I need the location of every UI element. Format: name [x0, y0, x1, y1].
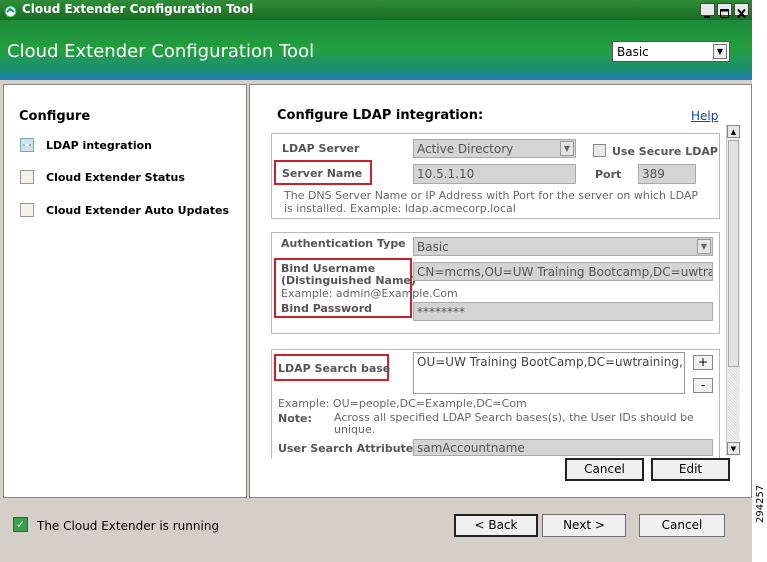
use-secure-ldap-checkbox[interactable]: [593, 144, 606, 157]
port-label: Port: [595, 168, 622, 181]
scroll-thumb[interactable]: [728, 140, 739, 367]
user-search-attribute-label: User Search Attribute: [278, 442, 414, 455]
scroll-up-icon[interactable]: ▲: [727, 125, 740, 138]
search-base-label: LDAP Search base: [278, 362, 391, 375]
note-label: Note:: [278, 412, 312, 425]
ldap-server-value: Active Directory: [417, 142, 514, 156]
header-title: Cloud Extender Configuration Tool: [7, 41, 315, 62]
ldap-server-label: LDAP Server: [282, 142, 360, 155]
close-button[interactable]: [734, 3, 749, 19]
minimize-button[interactable]: [700, 3, 715, 18]
figure-id: 294257: [755, 484, 766, 523]
mode-select-value: Basic: [617, 45, 649, 59]
bind-username-value: CN=mcms,OU=UW Training Bootcamp,DC=uwtra…: [417, 265, 713, 279]
bind-password-label: Bind Password: [281, 302, 372, 315]
server-name-field[interactable]: 10.5.1.10: [413, 164, 576, 184]
updates-icon: [20, 203, 34, 217]
sidebar-item-label: Cloud Extender Auto Updates: [46, 204, 230, 217]
chevron-down-icon[interactable]: ▼: [713, 44, 727, 59]
note-text: Across all specified LDAP Search bases(s…: [334, 411, 694, 436]
mode-select[interactable]: Basic ▼: [612, 41, 730, 62]
bind-password-value: ********: [417, 305, 465, 319]
server-name-note: The DNS Server Name or IP Address with P…: [284, 189, 699, 215]
cancel-button[interactable]: Cancel: [639, 514, 725, 537]
app-icon: [4, 3, 17, 18]
sidebar-item-label: Cloud Extender Status: [46, 171, 185, 184]
page-title: Configure LDAP integration:: [277, 108, 484, 123]
next-button[interactable]: Next >: [542, 514, 626, 537]
ldap-server-select[interactable]: Active Directory ▼: [413, 139, 576, 158]
bind-username-field[interactable]: CN=mcms,OU=UW Training Bootcamp,DC=uwtra…: [413, 262, 713, 281]
scroll-track[interactable]: [728, 367, 739, 441]
port-value: 389: [642, 167, 665, 181]
scroll-down-icon[interactable]: ▼: [727, 442, 740, 455]
sidebar-heading: Configure: [19, 109, 91, 124]
check-icon: ✓: [13, 517, 28, 532]
search-base-value: OU=UW Training BootCamp,DC=uwtraining,DC: [417, 355, 685, 369]
window-title-bar: Cloud Extender Configuration Tool: [0, 0, 752, 20]
bind-username-sublabel: (Distinguished Name): [281, 274, 416, 287]
user-search-attribute-value: samAccountname: [417, 441, 525, 455]
remove-search-base-button[interactable]: -: [693, 378, 713, 393]
bind-password-field[interactable]: ********: [413, 302, 713, 321]
port-field[interactable]: 389: [638, 164, 696, 184]
back-button[interactable]: < Back: [454, 514, 538, 537]
auth-type-select[interactable]: Basic ▼: [413, 237, 713, 256]
add-search-base-button[interactable]: +: [693, 355, 713, 370]
chevron-down-icon[interactable]: ▼: [560, 141, 574, 156]
cancel-edit-button[interactable]: Cancel: [565, 458, 644, 481]
auth-type-label: Authentication Type: [281, 237, 406, 250]
status-text: The Cloud Extender is running: [37, 519, 220, 533]
ldap-icon: [20, 138, 34, 152]
server-name-value: 10.5.1.10: [417, 167, 475, 181]
server-name-label: Server Name: [282, 167, 363, 180]
edit-button[interactable]: Edit: [651, 458, 730, 481]
chevron-down-icon[interactable]: ▼: [697, 239, 711, 254]
window-title: Cloud Extender Configuration Tool: [22, 2, 254, 16]
search-base-field[interactable]: OU=UW Training BootCamp,DC=uwtraining,DC: [413, 352, 685, 394]
sidebar: Configure LDAP integration Cloud Extende…: [3, 84, 247, 498]
vertical-scrollbar[interactable]: ▲ ▼: [726, 125, 740, 456]
help-link[interactable]: Help: [691, 109, 718, 123]
use-secure-ldap-label: Use Secure LDAP: [612, 145, 718, 158]
bind-username-example: Example: admin@Example.Com: [281, 287, 458, 300]
auth-type-value: Basic: [417, 240, 449, 254]
status-icon: [20, 170, 34, 184]
search-base-example: Example: OU=people,DC=Example,DC=Com: [278, 397, 527, 410]
maximize-button[interactable]: [717, 3, 732, 18]
sidebar-item-label: LDAP integration: [46, 139, 153, 152]
user-search-attribute-field[interactable]: samAccountname: [413, 439, 713, 456]
